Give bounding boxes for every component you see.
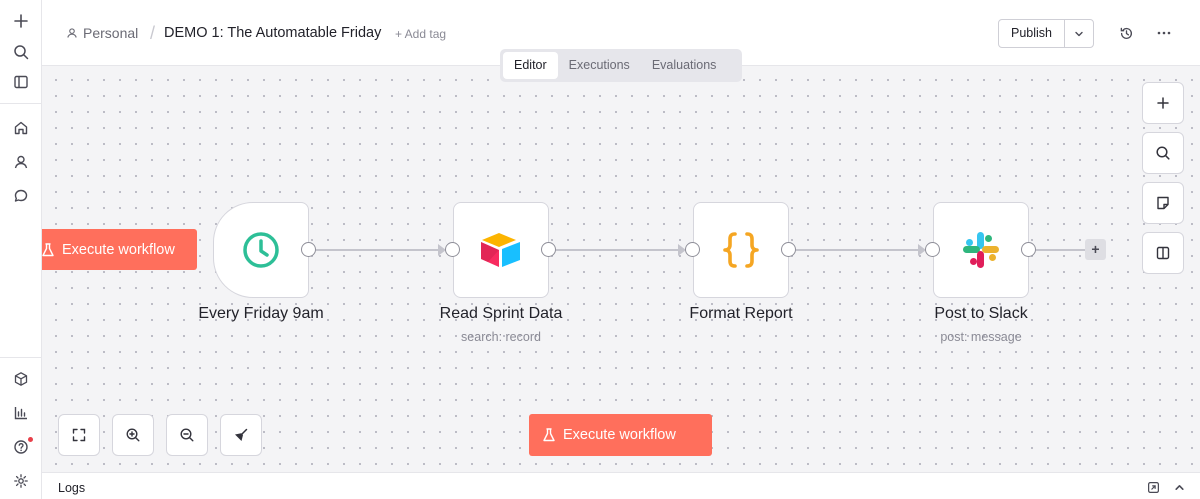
history-icon[interactable] [1116,23,1136,43]
logs-panel-bar[interactable]: Logs [42,472,1200,499]
search-icon [1156,146,1170,160]
flask-icon [42,242,54,256]
chevron-up-icon[interactable] [1172,480,1186,494]
node-read-sprint-data[interactable] [453,202,549,298]
settings-gear-icon[interactable] [9,469,33,493]
help-icon[interactable] [9,435,33,459]
sticky-note-icon [1157,196,1169,210]
left-rail [0,0,42,499]
output-handle[interactable] [1021,242,1036,257]
input-handle[interactable] [925,242,940,257]
connection-line [556,249,680,251]
insights-icon[interactable] [9,401,33,425]
connection-line [316,249,440,251]
execute-trigger-label: Execute workflow [62,241,175,258]
chat-icon[interactable] [9,184,33,208]
fit-view-icon [72,428,86,442]
zoom-out-icon [180,428,194,442]
view-tabs: Editor Executions Evaluations [500,49,742,82]
tidy-up-button[interactable] [220,414,262,456]
zoom-out-button[interactable] [166,414,208,456]
input-handle[interactable] [685,242,700,257]
add-icon[interactable] [9,9,33,33]
user-icon[interactable] [9,150,33,174]
clock-icon [243,232,279,268]
templates-icon[interactable] [9,367,33,391]
airtable-icon [481,233,520,267]
output-handle[interactable] [781,242,796,257]
workflow-title[interactable]: DEMO 1: The Automatable Friday [164,25,381,41]
more-options-icon[interactable] [1154,23,1174,43]
chevron-down-icon [1075,31,1083,36]
node-every-friday-9am[interactable] [213,202,309,298]
rail-divider [0,357,42,358]
notification-dot [28,437,33,442]
plus-icon [1157,97,1169,109]
panel-icon [1156,246,1170,260]
zoom-in-button[interactable] [112,414,154,456]
node-subtitle: search: record [461,330,541,344]
fit-view-button[interactable] [58,414,100,456]
input-handle[interactable] [445,242,460,257]
node-title: Every Friday 9am [198,305,324,322]
project-name: Personal [83,25,139,41]
add-tag-button[interactable]: + Add tag [395,27,446,41]
execute-workflow-label: Execute workflow [563,427,676,443]
execute-workflow-button[interactable]: Execute workflow [529,414,712,456]
execute-trigger-button[interactable]: Execute workflow [42,229,197,270]
publish-dropdown-button[interactable] [1065,20,1093,47]
add-next-node-button[interactable]: + [1085,239,1106,260]
node-title: Post to Slack [934,305,1028,322]
node-post-to-slack[interactable] [933,202,1029,298]
broom-icon [235,428,248,441]
pop-out-icon[interactable] [1146,480,1160,494]
output-handle[interactable] [301,242,316,257]
sticky-note-button[interactable] [1142,182,1184,224]
rail-divider [0,103,42,104]
breadcrumb-separator: / [150,23,156,43]
output-handle[interactable] [541,242,556,257]
node-title: Format Report [689,305,793,322]
tab-editor[interactable]: Editor [503,52,558,79]
code-braces-icon [723,232,759,268]
user-icon [67,28,77,38]
connection-line [1036,249,1086,251]
node-format-report[interactable] [693,202,789,298]
home-icon[interactable] [9,116,33,140]
connection-line [796,249,920,251]
slack-icon [963,232,999,268]
search-icon[interactable] [9,40,33,64]
tab-executions[interactable]: Executions [558,52,641,79]
sidebar-toggle-icon[interactable] [9,70,33,94]
tab-evaluations[interactable]: Evaluations [641,52,728,79]
node-subtitle: post: message [940,330,1022,344]
publish-button-group: Publish [998,19,1094,48]
add-node-button[interactable] [1142,82,1184,124]
search-nodes-button[interactable] [1142,132,1184,174]
publish-button[interactable]: Publish [999,20,1065,47]
panel-toggle-button[interactable] [1142,232,1184,274]
logs-label: Logs [58,481,86,495]
breadcrumb-project[interactable]: Personal [66,25,138,41]
node-title: Read Sprint Data [439,305,563,322]
flask-icon [543,428,555,442]
zoom-in-icon [126,428,140,442]
